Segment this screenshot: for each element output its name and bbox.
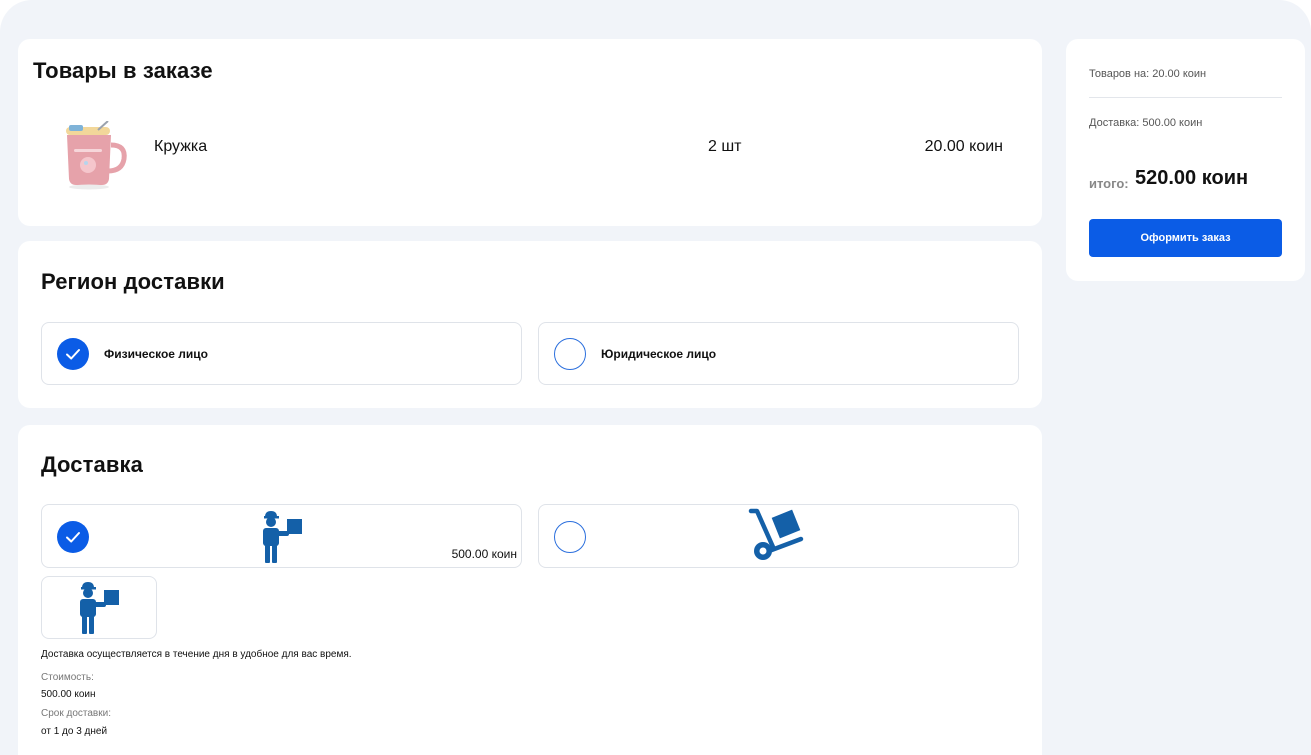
delivery-description: Доставка осуществляется в течение дня в …: [41, 649, 352, 660]
region-option-label: Юридическое лицо: [601, 347, 717, 361]
place-order-button[interactable]: Оформить заказ: [1089, 219, 1282, 257]
checkmark-icon: [66, 349, 80, 360]
delivery-cost-value: 500.00 коин: [41, 689, 96, 700]
summary-divider: [1089, 97, 1282, 98]
item-price: 20.00 коин: [924, 138, 1003, 155]
region-option-individual[interactable]: Физическое лицо: [41, 322, 522, 385]
summary-total-label: итого:: [1089, 176, 1129, 191]
item-quantity: 2 шт: [708, 138, 742, 155]
courier-icon: [80, 582, 119, 634]
delivery-option-price: 500.00 коин: [451, 547, 517, 561]
region-section-title: Регион доставки: [41, 269, 225, 294]
delivery-cost-label: Стоимость:: [41, 672, 94, 683]
summary-total-value: 520.00 коин: [1135, 167, 1249, 189]
delivery-option-courier[interactable]: 500.00 коин: [41, 504, 522, 568]
mug-product-image: [66, 121, 127, 190]
delivery-term-value: от 1 до 3 дней: [41, 726, 108, 737]
delivery-option-pickup[interactable]: [538, 504, 1019, 568]
item-name: Кружка: [154, 138, 208, 155]
summary-delivery: Доставка: 500.00 коин: [1089, 117, 1203, 129]
summary-goods: Товаров на: 20.00 коин: [1089, 68, 1207, 80]
order-summary-card: Товаров на: 20.00 коин Доставка: 500.00 …: [1066, 39, 1305, 281]
delivery-card: Доставка 500.00 коин Доставка осуществля…: [18, 425, 1042, 755]
hand-truck-icon: [748, 508, 804, 560]
radio-checked[interactable]: [57, 521, 89, 553]
items-section-title: Товары в заказе: [33, 58, 213, 83]
order-items-card: Товары в заказе Кружка 2 шт 20.00 коин: [18, 39, 1042, 226]
courier-icon: [263, 511, 302, 563]
checkmark-icon: [66, 532, 80, 543]
radio-checked[interactable]: [57, 338, 89, 370]
page-background: Товары в заказе Кружка 2 шт 20.00 коин Р…: [0, 0, 1311, 755]
radio-unchecked[interactable]: [554, 338, 586, 370]
delivery-detail-icon-box: [41, 576, 157, 639]
delivery-region-card: Регион доставки Физическое лицо Юридичес…: [18, 241, 1042, 408]
delivery-term-label: Срок доставки:: [41, 708, 111, 719]
region-option-label: Физическое лицо: [104, 347, 209, 361]
delivery-section-title: Доставка: [41, 452, 143, 477]
radio-unchecked[interactable]: [554, 521, 586, 553]
region-option-legal-entity[interactable]: Юридическое лицо: [538, 322, 1019, 385]
